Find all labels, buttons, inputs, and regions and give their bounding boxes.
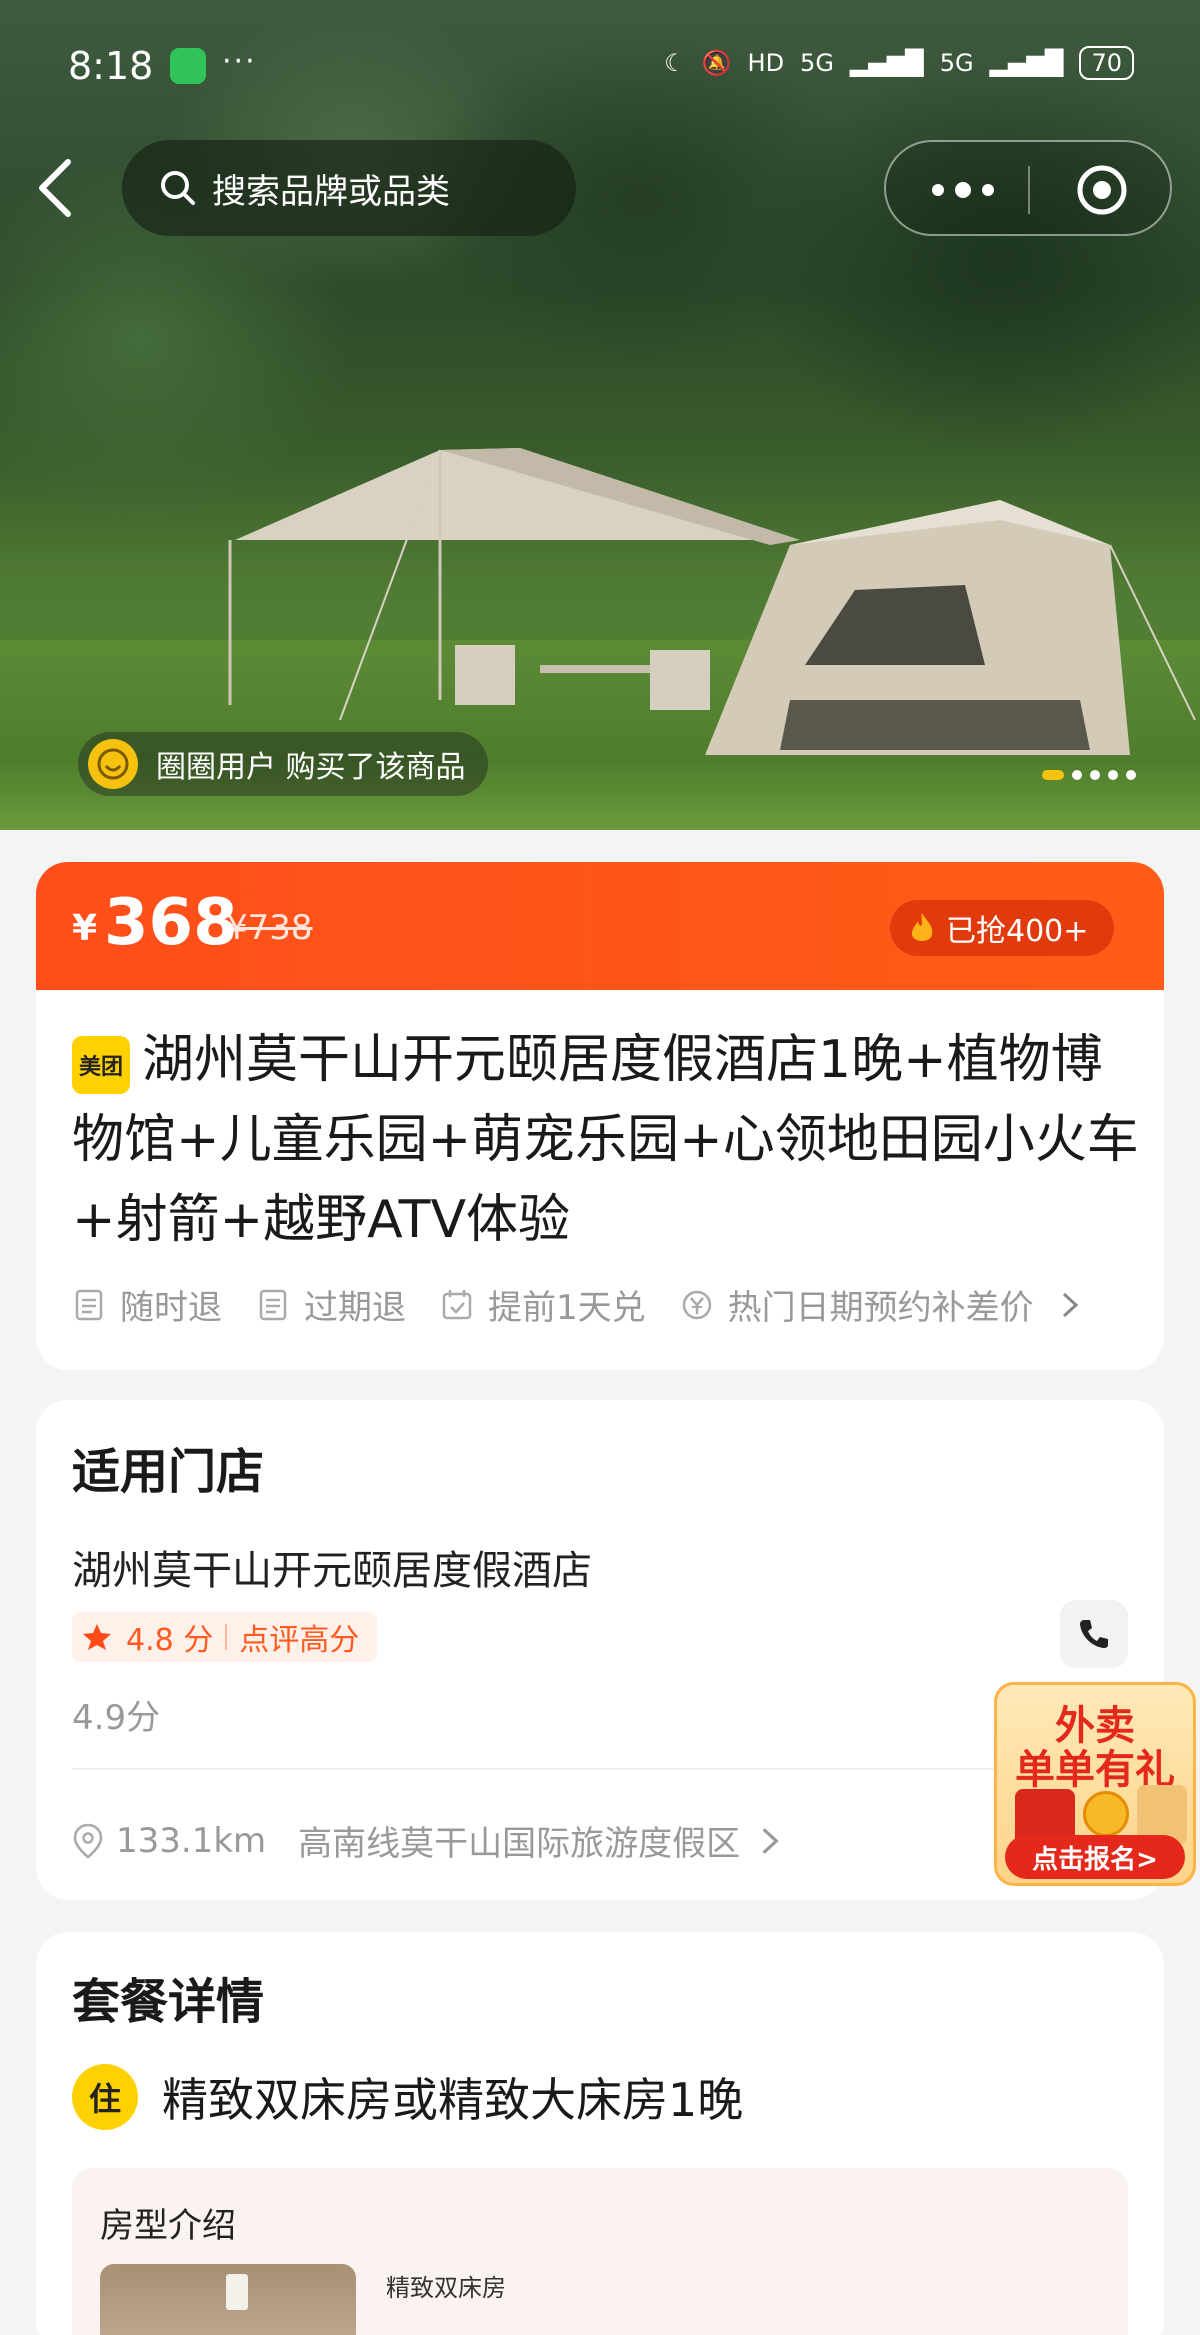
- room-intro-box: 房型介绍 精致双床房: [72, 2168, 1128, 2335]
- tag-refund-expired: 过期退: [256, 1280, 406, 1329]
- search-placeholder: 搜索品牌或品类: [212, 171, 450, 212]
- back-button[interactable]: [28, 152, 84, 222]
- network-label-1: 5G: [800, 49, 834, 77]
- location-pin-icon: [73, 1823, 103, 1859]
- room-section-title: 房型介绍: [100, 2206, 236, 2246]
- tag-label: 随时退: [120, 1288, 222, 1328]
- tag-label: 过期退: [304, 1288, 406, 1328]
- store-address: 高南线莫干山国际旅游度假区: [298, 1824, 741, 1864]
- current-price: 368: [104, 886, 238, 960]
- rating-separator: [225, 1624, 228, 1650]
- hd-label: HD: [747, 49, 785, 77]
- package-name: 精致双床房或精致大床房1晚: [162, 2073, 744, 2127]
- call-store-button[interactable]: [1060, 1600, 1128, 1668]
- package-detail-card: 套餐详情 住 精致双床房或精致大床房1晚 房型介绍 精致双床房: [36, 1932, 1164, 2335]
- package-item: 住 精致双床房或精致大床房1晚: [72, 2064, 743, 2130]
- smile-icon: [97, 748, 129, 780]
- package-section-title: 套餐详情: [72, 1974, 265, 2030]
- product-title: 湖州莫干山开元颐居度假酒店1晚+植物博物馆+儿童乐园+萌宠乐园+心领地田园小火车…: [72, 1030, 1139, 1250]
- store-section-title: 适用门店: [72, 1444, 265, 1500]
- star-icon: [83, 1624, 111, 1650]
- recent-buyer-notice: 圈圈用户 购买了该商品: [78, 732, 488, 796]
- product-info-card: 美团 湖州莫干山开元颐居度假酒店1晚+植物博物馆+儿童乐园+萌宠乐园+心领地田园…: [36, 990, 1164, 1370]
- store-score: 4.9分: [72, 1698, 161, 1738]
- tag-label: 热门日期预约补差价: [727, 1288, 1034, 1328]
- carousel-dot: [1090, 770, 1100, 780]
- moon-icon: ☾: [664, 49, 686, 77]
- carousel-dot-active: [1042, 770, 1064, 780]
- carousel-dot: [1072, 770, 1082, 780]
- service-tags[interactable]: 随时退 过期退 提前1天兑 热门日期预约补差价: [72, 1280, 1082, 1329]
- original-price: ¥738: [226, 908, 313, 948]
- store-distance: 133.1km: [116, 1820, 267, 1861]
- signal-icon: ▂▄▆█: [849, 49, 924, 77]
- store-name[interactable]: 湖州莫干山开元颐居度假酒店: [72, 1538, 592, 1596]
- status-more-icon: ···: [222, 44, 257, 79]
- carousel-dot: [1126, 770, 1136, 780]
- rating-value: 4.8 分: [126, 1623, 214, 1658]
- room-name: 精致双床房: [386, 2274, 506, 2302]
- store-divider: [72, 1768, 1128, 1770]
- network-label-2: 5G: [939, 49, 974, 77]
- tag-refund-anytime: 随时退: [72, 1280, 222, 1329]
- document-icon: [75, 1289, 103, 1320]
- rating-label: 点评高分: [239, 1623, 360, 1658]
- status-bar: 8:18 ··· ☾ 🔕 HD 5G ▂▄▆█ 5G ▂▄▆█ 70: [0, 0, 1200, 130]
- coin-icon: [1083, 1791, 1129, 1837]
- chevron-right-icon[interactable]: [1058, 1288, 1082, 1322]
- back-arrow-icon: [39, 159, 71, 217]
- carousel-dot: [1108, 770, 1118, 780]
- wechat-icon: [170, 48, 206, 84]
- store-address-row[interactable]: 133.1km 高南线莫干山国际旅游度假区: [72, 1816, 798, 1865]
- chevron-right-icon: [762, 1827, 779, 1854]
- currency-symbol: ¥: [72, 908, 98, 949]
- battery-indicator: 70: [1079, 46, 1134, 80]
- calendar-check-icon: [442, 1289, 472, 1319]
- promo-signup-button[interactable]: 点击报名>: [1005, 1835, 1185, 1879]
- sold-count-badge: 已抢400+: [890, 900, 1115, 956]
- search-icon: [161, 171, 195, 205]
- document-icon: [259, 1289, 287, 1320]
- miniprogram-capsule: [884, 140, 1172, 236]
- carousel-indicator[interactable]: [1042, 770, 1136, 780]
- tag-advance-booking: 提前1天兑: [440, 1280, 646, 1329]
- stay-icon: 住: [72, 2064, 138, 2130]
- status-time: 8:18: [68, 44, 154, 88]
- room-thumbnail[interactable]: [100, 2264, 356, 2335]
- fire-icon: [911, 913, 933, 941]
- signal-icon-2: ▂▄▆█: [989, 49, 1064, 77]
- buyer-text: 圈圈用户 购买了该商品: [156, 750, 466, 785]
- close-miniprogram-icon[interactable]: [1076, 164, 1128, 216]
- yuan-coin-icon: [682, 1290, 711, 1319]
- search-bar[interactable]: 搜索品牌或品类: [122, 140, 576, 236]
- sold-count-text: 已抢400+: [946, 914, 1089, 949]
- mute-icon: 🔕: [701, 49, 732, 77]
- capsule-divider: [1028, 166, 1030, 214]
- tag-label: 提前1天兑: [488, 1288, 646, 1328]
- more-menu-icon[interactable]: [928, 172, 998, 208]
- socket-graphic: [226, 2274, 248, 2310]
- rating-badge: 4.8 分 点评高分: [72, 1612, 378, 1662]
- tag-peak-surcharge: 热门日期预约补差价: [680, 1280, 1034, 1329]
- buyer-avatar: [88, 739, 138, 789]
- takeout-promo-float[interactable]: 外卖 单单有礼 点击报名>: [994, 1682, 1196, 1886]
- price-bar: ¥ 368 ¥738 已抢400+: [36, 862, 1164, 1002]
- phone-icon: [1080, 1620, 1108, 1648]
